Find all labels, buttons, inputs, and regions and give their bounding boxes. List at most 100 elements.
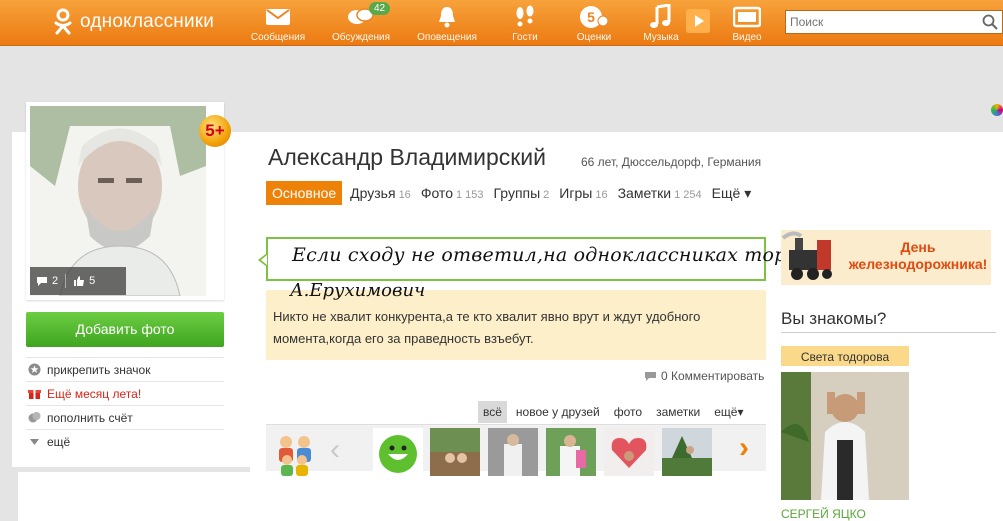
side-menu-more[interactable]: ещё bbox=[26, 429, 224, 453]
tab-count: 16 bbox=[398, 189, 411, 201]
nav-ratings[interactable]: 5 Оценки bbox=[559, 4, 629, 44]
photo-thumb[interactable] bbox=[430, 428, 480, 476]
comment-link[interactable]: 0 Комментировать bbox=[644, 369, 764, 383]
side-menu-attach-badge[interactable]: прикрепить значок bbox=[26, 357, 224, 381]
nav-messages[interactable]: Сообщения bbox=[243, 4, 313, 44]
tab-label: Основное bbox=[272, 185, 337, 201]
profile-name: Александр Владимирский bbox=[268, 144, 546, 170]
search-box[interactable] bbox=[785, 10, 1003, 34]
side-menu: прикрепить значок Ещё месяц лета! пополн… bbox=[26, 357, 224, 453]
avatar-like-count: 5 bbox=[89, 275, 96, 287]
top-bar: одноклассники Сообщения 42 Обсуждения Оп… bbox=[0, 0, 1003, 46]
comment-link-label: 0 Комментировать bbox=[661, 369, 765, 383]
tab-label: Заметки bbox=[617, 185, 672, 201]
photo-thumb[interactable] bbox=[373, 428, 423, 476]
nav-video[interactable]: Видео bbox=[712, 4, 782, 44]
friend-photo[interactable] bbox=[781, 372, 909, 500]
avatar-comment-count: 2 bbox=[52, 275, 59, 287]
nav-guests-label: Гости bbox=[512, 32, 538, 43]
tab-count: 1 153 bbox=[455, 189, 484, 201]
friend-caption[interactable]: Света тодорова bbox=[781, 346, 909, 366]
tab-label: Игры bbox=[559, 185, 593, 201]
side-menu-summer-month[interactable]: Ещё месяц лета! bbox=[26, 381, 224, 405]
rating-five-icon: 5 bbox=[580, 6, 609, 28]
tab-notes[interactable]: Заметки 1 254 bbox=[618, 181, 702, 205]
avatar-stats[interactable]: 2 5 bbox=[30, 267, 126, 295]
strip-next-arrow[interactable]: › bbox=[739, 433, 749, 463]
filter-more[interactable]: ещё▾ bbox=[709, 401, 748, 423]
nav-messages-label: Сообщения bbox=[250, 32, 306, 43]
feed-filter: всё новое у друзей фото заметки ещё▾ bbox=[478, 401, 753, 423]
friends-group-icon[interactable] bbox=[270, 428, 320, 476]
triangle-down-icon bbox=[30, 439, 39, 445]
nav-discussions-label: Обсуждения bbox=[331, 32, 391, 43]
music-note-icon bbox=[650, 4, 671, 28]
bottom-area bbox=[18, 472, 768, 521]
know-title: Вы знакомы? bbox=[781, 309, 887, 328]
add-photo-button[interactable]: Добавить фото bbox=[26, 312, 224, 347]
search-input[interactable] bbox=[786, 11, 976, 33]
tab-groups[interactable]: Группы 2 bbox=[494, 181, 550, 205]
music-play-button[interactable] bbox=[686, 9, 710, 33]
filter-friends-new[interactable]: новое у друзей bbox=[511, 401, 605, 423]
tab-photos[interactable]: Фото 1 153 bbox=[421, 181, 484, 205]
nav-discussions[interactable]: 42 Обсуждения bbox=[326, 2, 396, 44]
photo-thumb[interactable] bbox=[546, 428, 596, 476]
train-icon bbox=[781, 231, 832, 280]
strip-prev-arrow[interactable]: ‹ bbox=[330, 435, 340, 465]
side-menu-label: ещё bbox=[47, 434, 71, 449]
video-icon bbox=[733, 6, 761, 28]
star-badge-icon bbox=[28, 363, 41, 376]
photo-thumb[interactable] bbox=[662, 428, 712, 476]
five-plus-badge[interactable]: 5+ bbox=[199, 115, 231, 147]
search-icon[interactable] bbox=[982, 14, 998, 30]
thumbs-up-icon bbox=[74, 276, 85, 286]
photo-thumb[interactable] bbox=[488, 428, 538, 476]
nav-notifications[interactable]: Оповещения bbox=[412, 4, 482, 44]
filter-photos[interactable]: фото bbox=[609, 401, 647, 423]
nav-guests[interactable]: Гости bbox=[490, 4, 560, 44]
play-icon bbox=[695, 15, 704, 27]
envelope-icon bbox=[266, 9, 290, 25]
nav-music-label: Музыка bbox=[643, 32, 679, 43]
divider bbox=[781, 332, 996, 333]
filter-notes[interactable]: заметки bbox=[651, 401, 705, 423]
tab-label: Группы bbox=[493, 185, 541, 201]
decor-ball-icon bbox=[991, 104, 1003, 116]
status-handwritten-line1: Если сходу не ответил,на одноклассниках … bbox=[292, 244, 816, 266]
svg-text:5: 5 bbox=[587, 9, 595, 25]
coins-icon bbox=[28, 412, 41, 423]
comment-icon bbox=[645, 371, 656, 381]
tab-games[interactable]: Игры 16 bbox=[559, 181, 607, 205]
side-menu-top-up[interactable]: пополнить счёт bbox=[26, 405, 224, 429]
tab-friends[interactable]: Друзья 16 bbox=[350, 181, 411, 205]
discussions-badge: 42 bbox=[369, 2, 391, 15]
note-text: Никто не хвалит конкурента,а те кто хвал… bbox=[273, 309, 701, 346]
nav-video-label: Видео bbox=[732, 32, 762, 43]
holiday-banner-text: День железнодорожника! bbox=[848, 239, 988, 272]
profile-tabs: Основное Друзья 16 Фото 1 153 Группы 2 Игры… bbox=[266, 181, 761, 205]
comment-icon bbox=[37, 276, 47, 286]
tab-label: Ещё ▾ bbox=[711, 185, 752, 201]
side-menu-label: прикрепить значок bbox=[47, 362, 151, 377]
tab-more[interactable]: Ещё ▾ bbox=[712, 181, 752, 205]
nav-ratings-label: Оценки bbox=[576, 32, 612, 43]
gift-icon bbox=[28, 390, 41, 399]
ok-logo-icon bbox=[54, 8, 72, 35]
bell-icon bbox=[439, 7, 455, 28]
tab-label: Друзья bbox=[350, 185, 396, 201]
photo-thumb[interactable] bbox=[604, 428, 654, 476]
tab-main[interactable]: Основное bbox=[266, 181, 343, 205]
side-menu-label: пополнить счёт bbox=[47, 410, 133, 425]
logo[interactable]: одноклассники bbox=[52, 8, 214, 36]
tab-count: 2 bbox=[543, 189, 550, 201]
footprints-icon bbox=[516, 5, 534, 27]
tab-count: 16 bbox=[595, 189, 608, 201]
nav-notifications-label: Оповещения bbox=[417, 32, 477, 43]
filter-all[interactable]: всё bbox=[478, 401, 507, 423]
status-tail-inner bbox=[261, 255, 267, 265]
side-menu-label: Ещё месяц лета! bbox=[47, 386, 142, 401]
status-handwritten-line2: А.Ерухимович bbox=[290, 280, 426, 301]
friend-name-link[interactable]: СЕРГЕЙ ЯЦКО bbox=[781, 507, 866, 521]
tab-count: 1 254 bbox=[674, 189, 702, 201]
